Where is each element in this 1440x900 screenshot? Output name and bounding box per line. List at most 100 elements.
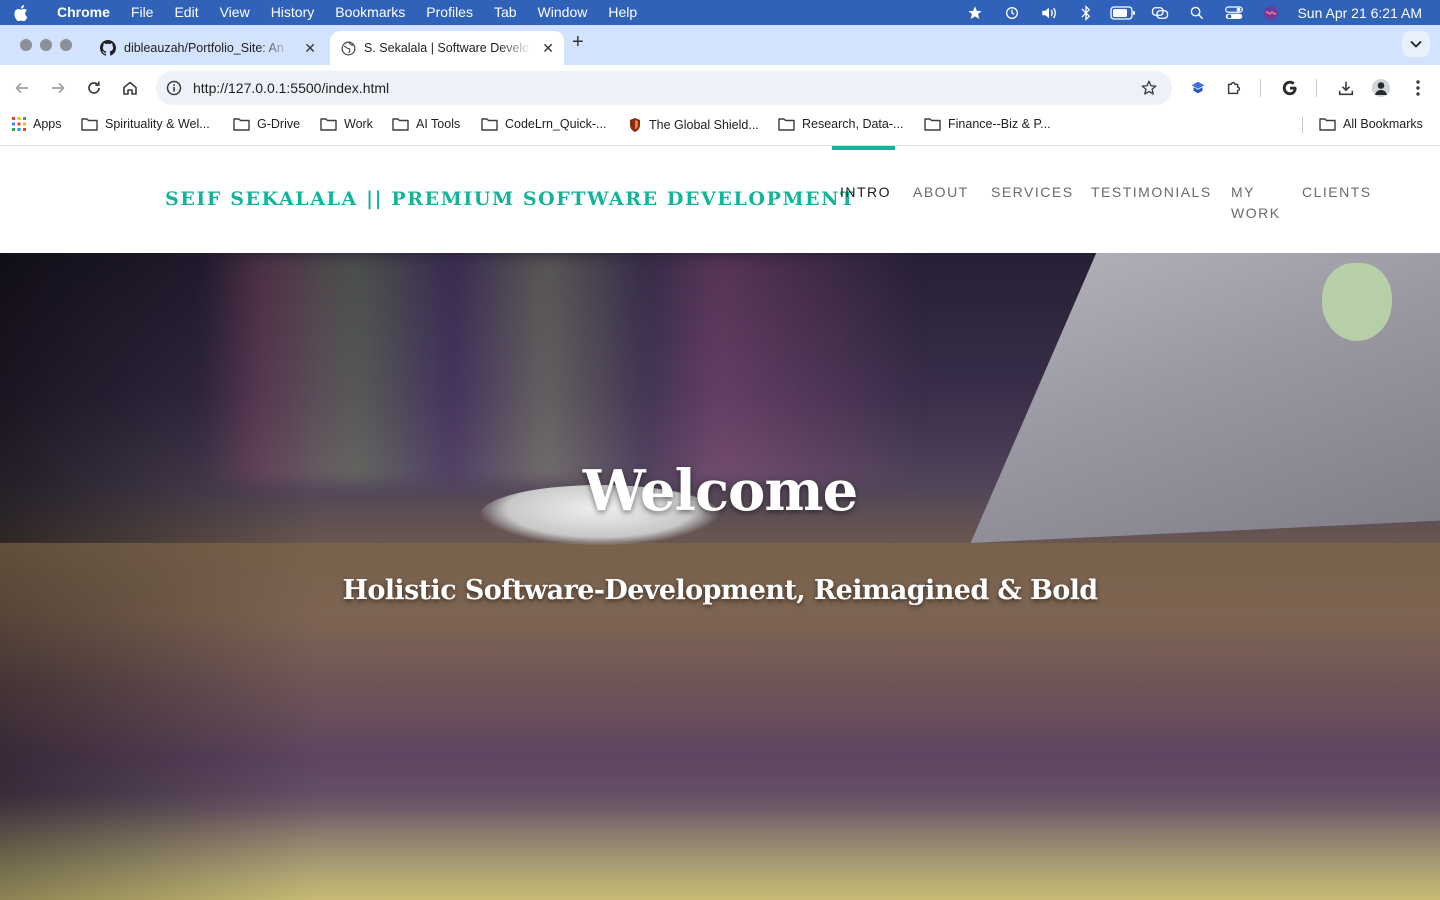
star-icon[interactable] <box>956 5 993 21</box>
browser-toolbar: http://127.0.0.1:5500/index.html <box>0 65 1440 111</box>
site-brand-title[interactable]: SEIF SEKALALA || PREMIUM SOFTWARE DEVELO… <box>165 188 856 210</box>
home-icon[interactable] <box>119 77 141 99</box>
all-bookmarks-button[interactable]: All Bookmarks <box>1319 117 1423 131</box>
bookmark-label: Apps <box>33 117 62 131</box>
apps-grid-icon <box>12 117 26 131</box>
tab-title: dibleauzah/Portfolio_Site: An <box>124 41 284 55</box>
github-icon <box>100 40 116 56</box>
control-center-icon[interactable] <box>1215 5 1252 20</box>
globe-icon <box>340 40 356 56</box>
back-arrow-icon[interactable] <box>11 77 33 99</box>
menubar-status-area: Sun Apr 21 6:21 AM <box>956 0 1422 25</box>
bluetooth-icon[interactable] <box>1067 4 1104 21</box>
active-nav-indicator <box>832 146 895 150</box>
bookmark-folder[interactable]: Work <box>320 117 373 131</box>
tab-github-portfolio[interactable]: dibleauzah/Portfolio_Site: An ✕ <box>90 31 326 65</box>
bookmark-link[interactable]: The Global Shield... <box>628 117 759 133</box>
bookmark-label: Spirituality & Wel... <box>105 117 210 131</box>
folder-icon <box>392 117 409 131</box>
hero-title: Welcome <box>582 458 859 524</box>
bookmark-folder[interactable]: AI Tools <box>392 117 460 131</box>
menu-help[interactable]: Help <box>608 0 637 25</box>
menu-profiles[interactable]: Profiles <box>426 0 473 25</box>
bookmarks-separator <box>1302 117 1303 133</box>
extensions-puzzle-icon[interactable] <box>1223 77 1245 99</box>
folder-icon <box>778 117 795 131</box>
bookmarks-bar: Apps Spirituality & Wel... G-Drive Work … <box>0 111 1440 139</box>
tab-active-site[interactable]: S. Sekalala | Software Develo ✕ <box>330 31 564 65</box>
hero-subtitle: Holistic Software-Development, Reimagine… <box>342 575 1098 606</box>
battery-icon[interactable] <box>1104 5 1141 20</box>
bookmark-folder[interactable]: CodeLrn_Quick-... <box>481 117 606 131</box>
apple-menu-icon[interactable] <box>14 4 42 21</box>
nav-intro[interactable]: INTRO <box>840 182 891 203</box>
close-window-button[interactable] <box>20 39 32 51</box>
menu-history[interactable]: History <box>271 0 315 25</box>
tab-search-chevron-icon[interactable] <box>1402 31 1430 57</box>
minimize-window-button[interactable] <box>40 39 52 51</box>
hero-section: Welcome Holistic Software-Development, R… <box>0 253 1440 900</box>
bookmark-folder[interactable]: G-Drive <box>233 117 300 131</box>
nav-testimonials[interactable]: TESTIMONIALS <box>1091 182 1212 203</box>
bookmark-label: All Bookmarks <box>1343 117 1423 131</box>
siri-icon[interactable] <box>1252 5 1289 21</box>
bookmark-folder[interactable]: Spirituality & Wel... <box>81 117 210 131</box>
nav-my-work-line2: WORK <box>1231 205 1281 221</box>
menubar-clock[interactable]: Sun Apr 21 6:21 AM <box>1297 5 1422 21</box>
google-g-icon[interactable] <box>1279 77 1301 99</box>
browser-tab-strip: dibleauzah/Portfolio_Site: An ✕ S. Sekal… <box>0 25 1440 65</box>
nav-my-work[interactable]: MY WORK <box>1231 182 1281 224</box>
folder-icon <box>924 117 941 131</box>
address-bar[interactable]: http://127.0.0.1:5500/index.html <box>156 71 1172 105</box>
window-controls <box>20 39 72 51</box>
menu-edit[interactable]: Edit <box>174 0 198 25</box>
chrome-menu-kebab-icon[interactable] <box>1407 77 1429 99</box>
screen-mirroring-icon[interactable] <box>1141 6 1178 20</box>
extension-blue-shield-icon[interactable] <box>1187 77 1209 99</box>
bookmark-apps[interactable]: Apps <box>12 117 62 131</box>
site-info-icon[interactable] <box>166 80 182 96</box>
new-tab-plus-icon[interactable]: + <box>572 31 584 54</box>
close-tab-icon[interactable]: ✕ <box>304 40 316 57</box>
bookmark-label: Finance--Biz & P... <box>948 117 1051 131</box>
folder-icon <box>233 117 250 131</box>
bookmark-star-icon[interactable] <box>1140 79 1158 102</box>
menu-bookmarks[interactable]: Bookmarks <box>335 0 405 25</box>
nav-my-work-line1: MY <box>1231 184 1255 200</box>
nav-clients[interactable]: CLIENTS <box>1302 182 1372 203</box>
site-header: SEIF SEKALALA || PREMIUM SOFTWARE DEVELO… <box>0 146 1440 253</box>
address-url[interactable]: http://127.0.0.1:5500/index.html <box>193 80 389 96</box>
download-icon[interactable] <box>1335 77 1357 99</box>
forward-arrow-icon[interactable] <box>47 77 69 99</box>
folder-icon <box>1319 117 1336 131</box>
folder-icon <box>481 117 498 131</box>
bookmark-folder[interactable]: Research, Data-... <box>778 117 903 131</box>
macos-menu-bar: Chrome File Edit View History Bookmarks … <box>0 0 1440 25</box>
shield-favicon-icon <box>628 117 642 133</box>
tab-title: S. Sekalala | Software Develo <box>364 41 530 55</box>
menu-tab[interactable]: Tab <box>494 0 517 25</box>
hero-background-apple-logo <box>1322 263 1392 341</box>
menu-app-name[interactable]: Chrome <box>57 0 110 25</box>
spotlight-icon[interactable] <box>1178 6 1215 20</box>
toolbar-separator <box>1260 79 1261 97</box>
menu-file[interactable]: File <box>131 0 154 25</box>
bookmark-label: CodeLrn_Quick-... <box>505 117 607 131</box>
volume-icon[interactable] <box>1030 5 1067 21</box>
menu-window[interactable]: Window <box>538 0 588 25</box>
reload-icon[interactable] <box>83 77 105 99</box>
toolbar-separator <box>1316 79 1317 97</box>
menu-view[interactable]: View <box>220 0 250 25</box>
time-machine-icon[interactable] <box>993 5 1030 21</box>
nav-services[interactable]: SERVICES <box>991 182 1074 203</box>
folder-icon <box>81 117 98 131</box>
maximize-window-button[interactable] <box>60 39 72 51</box>
bookmark-label: The Global Shield... <box>649 118 759 132</box>
bookmark-folder[interactable]: Finance--Biz & P... <box>924 117 1051 131</box>
profile-avatar-icon[interactable] <box>1370 77 1392 99</box>
close-tab-icon[interactable]: ✕ <box>542 40 554 57</box>
bookmark-label: G-Drive <box>257 117 301 131</box>
bookmark-label: Research, Data-... <box>802 117 904 131</box>
folder-icon <box>320 117 337 131</box>
nav-about[interactable]: ABOUT <box>913 182 969 203</box>
